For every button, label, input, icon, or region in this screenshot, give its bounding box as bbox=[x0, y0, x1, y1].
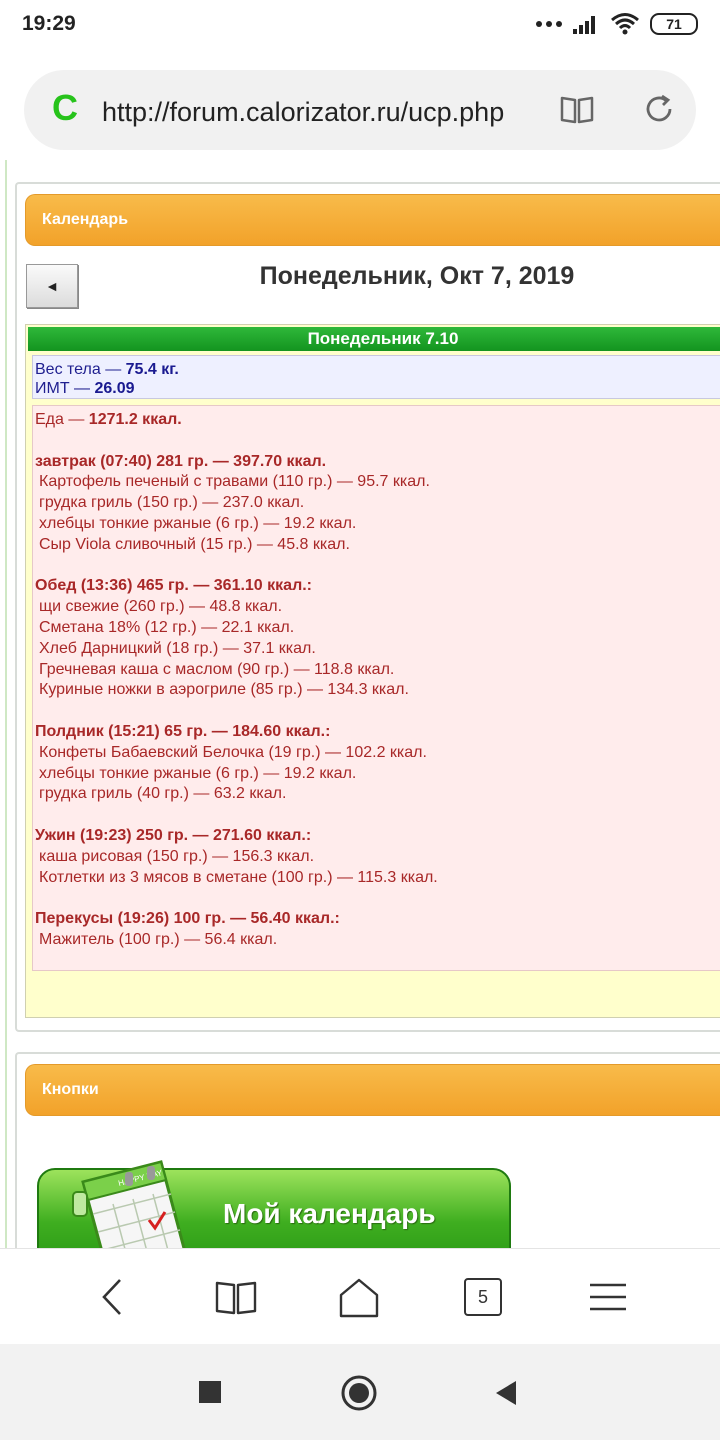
meal-title: Ужин (19:23) 250 гр. — 271.60 ккал.: bbox=[35, 826, 312, 844]
recents-icon[interactable] bbox=[198, 1380, 222, 1404]
browser-logo-icon: C bbox=[52, 87, 78, 128]
food-item: хлебцы тонкие ржаные (6 гр.) — 19.2 ккал… bbox=[39, 764, 357, 782]
calendar-header: Календарь bbox=[25, 194, 720, 246]
bookmarks-icon[interactable] bbox=[214, 1277, 258, 1317]
food-item: Гречневая каша с маслом (90 гр.) — 118.8… bbox=[39, 660, 395, 678]
system-home-icon[interactable] bbox=[340, 1374, 378, 1412]
body-stats-box: Вес тела — 75.4 кг. ИМТ — 26.09 bbox=[32, 355, 720, 399]
prev-day-button[interactable]: ◄ bbox=[26, 264, 78, 308]
food-item: Картофель печеный с травами (110 гр.) — … bbox=[39, 473, 430, 491]
food-item: Сыр Viola сливочный (15 гр.) — 45.8 ккал… bbox=[39, 535, 350, 553]
status-bar: 19:29 71 bbox=[0, 0, 720, 52]
meal-title: завтрак (07:40) 281 гр. — 397.70 ккал. bbox=[35, 452, 327, 470]
weight-value: 75.4 кг. bbox=[125, 361, 179, 378]
day-bar: Понедельник 7.10 bbox=[28, 327, 720, 351]
food-item: грудка гриль (40 гр.) — 63.2 ккал. bbox=[39, 785, 287, 803]
more-dots-icon bbox=[536, 21, 562, 27]
food-total: 1271.2 ккал. bbox=[88, 411, 182, 428]
meal-title: Обед (13:36) 465 гр. — 361.10 ккал.: bbox=[35, 577, 312, 595]
home-icon[interactable] bbox=[338, 1277, 380, 1319]
food-item: грудка гриль (150 гр.) — 237.0 ккал. bbox=[39, 494, 305, 512]
meal-lunch: Обед (13:36) 465 гр. — 361.10 ккал.: щи … bbox=[35, 576, 720, 701]
calendar-icon: HAPPY DAY bbox=[72, 1160, 186, 1248]
food-item: щи свежие (260 гр.) — 48.8 ккал. bbox=[39, 598, 283, 616]
system-navigation-bar bbox=[0, 1344, 720, 1440]
my-calendar-button[interactable]: HAPPY DAY Мой календарь bbox=[37, 1160, 511, 1248]
day-frame: Понедельник 7.10 Вес тела — 75.4 кг. ИМТ… bbox=[25, 324, 720, 1018]
food-item: Мажитель (100 гр.) — 56.4 ккал. bbox=[39, 930, 278, 948]
buttons-header: Кнопки bbox=[25, 1064, 720, 1116]
battery-icon: 71 bbox=[650, 13, 698, 35]
tabs-count-button[interactable]: 5 bbox=[464, 1278, 502, 1316]
url-field[interactable]: http://forum.calorizator.ru/ucp.php bbox=[102, 96, 542, 128]
back-icon[interactable] bbox=[96, 1277, 128, 1317]
page-left-border bbox=[5, 160, 7, 1248]
food-item: каша рисовая (150 гр.) — 156.3 ккал. bbox=[39, 847, 315, 865]
meal-breakfast: завтрак (07:40) 281 гр. — 397.70 ккал. К… bbox=[35, 452, 720, 556]
food-box: Еда — 1271.2 ккал. завтрак (07:40) 281 г… bbox=[32, 405, 720, 971]
meal-dinner: Ужин (19:23) 250 гр. — 271.60 ккал.: каш… bbox=[35, 826, 720, 888]
bmi-value: 26.09 bbox=[94, 380, 135, 397]
meal-snacks: Перекусы (19:26) 100 гр. — 56.40 ккал.: … bbox=[35, 909, 720, 951]
food-item: Куриные ножки в аэрогриле (85 гр.) — 134… bbox=[39, 681, 409, 699]
meal-title: Полдник (15:21) 65 гр. — 184.60 ккал.: bbox=[35, 722, 331, 740]
wifi-icon bbox=[611, 13, 639, 35]
calendar-header-title: Календарь bbox=[42, 211, 129, 228]
food-total-line: Еда — 1271.2 ккал. bbox=[35, 411, 182, 428]
buttons-panel: Кнопки HAPPY DAY Мой календарь bbox=[15, 1052, 720, 1248]
system-back-icon[interactable] bbox=[494, 1380, 518, 1406]
calendar-panel: Календарь ◄ Понедельник, Окт 7, 2019 Пон… bbox=[15, 182, 720, 1032]
food-item: Сметана 18% (12 гр.) — 22.1 ккал. bbox=[39, 618, 295, 636]
meal-title: Перекусы (19:26) 100 гр. — 56.40 ккал.: bbox=[35, 910, 340, 928]
my-calendar-label: Мой календарь bbox=[223, 1198, 436, 1229]
bmi-line: ИМТ — 26.09 bbox=[35, 380, 135, 397]
status-time: 19:29 bbox=[22, 12, 76, 35]
meal-snack: Полдник (15:21) 65 гр. — 184.60 ккал.: К… bbox=[35, 722, 720, 805]
address-bar[interactable]: C http://forum.calorizator.ru/ucp.php bbox=[24, 70, 696, 150]
web-page: Календарь ◄ Понедельник, Окт 7, 2019 Пон… bbox=[0, 160, 720, 1248]
weight-line: Вес тела — 75.4 кг. bbox=[35, 361, 179, 378]
reader-mode-icon[interactable] bbox=[559, 92, 595, 128]
food-item: Конфеты Бабаевский Белочка (19 гр.) — 10… bbox=[39, 743, 427, 761]
date-title: Понедельник, Окт 7, 2019 bbox=[259, 262, 575, 290]
reload-icon[interactable] bbox=[642, 92, 676, 126]
signal-icon bbox=[573, 16, 595, 34]
food-item: Хлеб Дарницкий (18 гр.) — 37.1 ккал. bbox=[39, 639, 316, 657]
food-item: Котлетки из 3 мясов в сметане (100 гр.) … bbox=[39, 868, 438, 886]
buttons-header-title: Кнопки bbox=[42, 1081, 99, 1098]
browser-toolbar: 5 bbox=[0, 1248, 720, 1344]
menu-icon[interactable] bbox=[588, 1277, 628, 1317]
status-icons: 71 bbox=[536, 12, 698, 36]
food-item: хлебцы тонкие ржаные (6 гр.) — 19.2 ккал… bbox=[39, 514, 357, 532]
